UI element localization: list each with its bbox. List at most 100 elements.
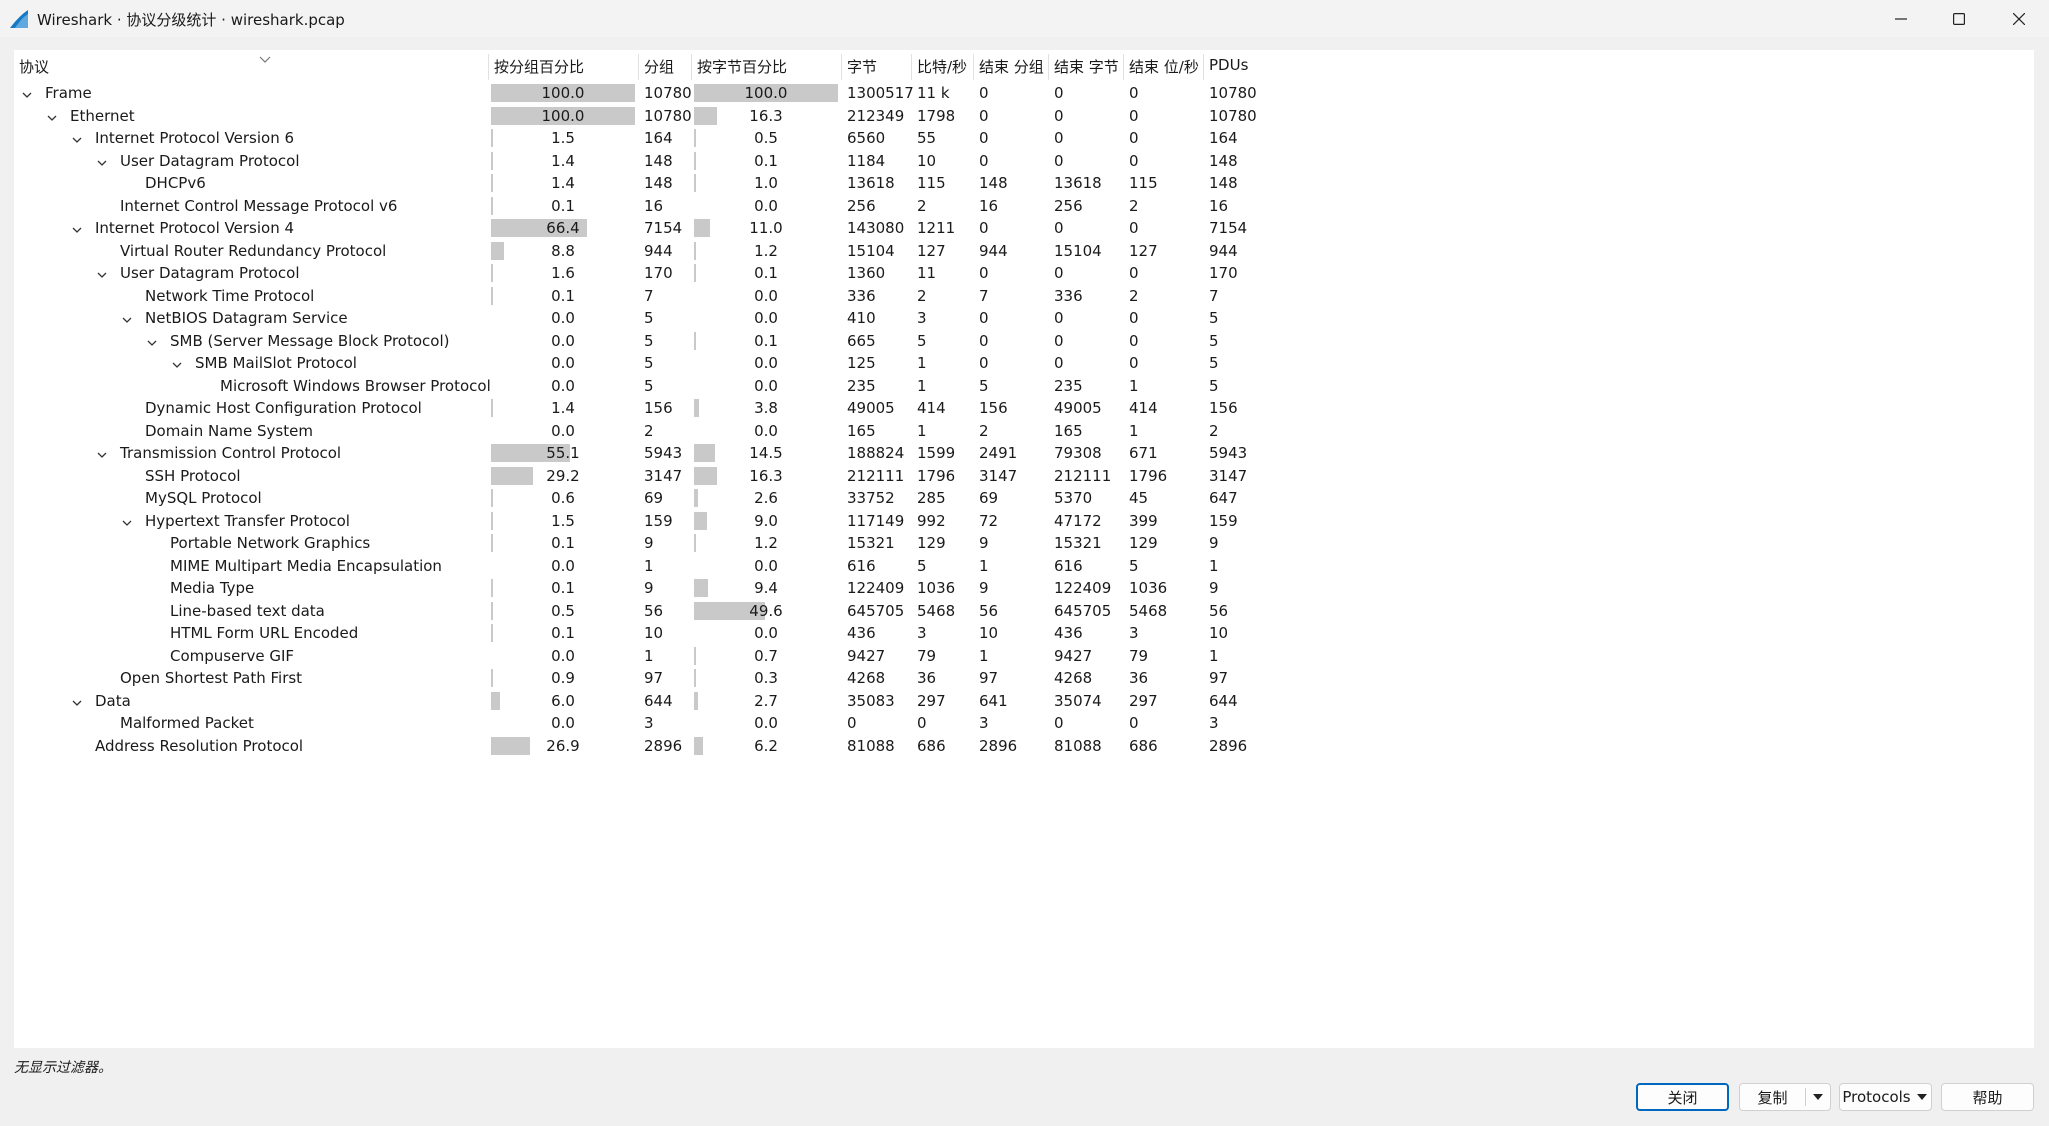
column-header-pkts[interactable]: 分组	[639, 56, 692, 78]
table-row-transmission-control-protocol[interactable]: Transmission Control Protocol 55.1 5943 14.…	[14, 442, 1254, 464]
column-separator[interactable]	[1123, 54, 1124, 80]
table-row-microsoft-windows-browser-protocol[interactable]: Microsoft Windows Browser Protocol 0.0 5 0.…	[14, 375, 1254, 397]
table-row-portable-network-graphics[interactable]: Portable Network Graphics 0.1 9 1.2 15321 129…	[14, 532, 1254, 554]
chevron-down-icon[interactable]	[145, 334, 159, 348]
end-bps-cell: 129	[1129, 534, 1158, 552]
percent-value: 1.4	[551, 174, 575, 192]
pdus-cell: 1	[1209, 646, 1219, 665]
end-bps-cell: 5	[1129, 556, 1139, 575]
table-row-dynamic-host-configuration-protocol[interactable]: Dynamic Host Configuration Protocol 1.4 15…	[14, 397, 1254, 419]
table-row-address-resolution-protocol[interactable]: Address Resolution Protocol 26.9 2896 6.2 81…	[14, 735, 1254, 757]
table-row-virtual-router-redundancy-protocol[interactable]: Virtual Router Redundancy Protocol 8.8 944…	[14, 240, 1254, 262]
chevron-down-icon[interactable]	[95, 446, 109, 460]
percent-bar-track: 11.0	[694, 219, 838, 237]
table-row-internet-control-message-protocol-v6[interactable]: Internet Control Message Protocol v6 0.1 1…	[14, 195, 1254, 217]
chevron-down-icon[interactable]	[170, 356, 184, 370]
packet-percent-cell: 0.1	[489, 577, 639, 599]
column-header-end-bps[interactable]: 结束 位/秒	[1124, 56, 1204, 78]
table-row-mysql-protocol[interactable]: MySQL Protocol 0.6 69 2.6 33752 285 69 5370 45 64…	[14, 487, 1254, 509]
percent-bar-track: 49.6	[694, 601, 838, 620]
chevron-down-icon[interactable]	[20, 86, 34, 100]
percent-bar-track: 6.0	[491, 691, 635, 710]
maximize-button[interactable]	[1929, 0, 1989, 37]
close-dialog-button[interactable]: 关闭	[1636, 1083, 1729, 1111]
protocol-cell: SMB MailSlot Protocol	[14, 352, 489, 374]
column-separator[interactable]	[488, 54, 489, 80]
pkts-cell: 2896	[644, 736, 683, 755]
table-row-internet-protocol-version-6[interactable]: Internet Protocol Version 6 1.5 164 0.5 6560…	[14, 127, 1254, 149]
column-separator[interactable]	[973, 54, 974, 80]
chevron-down-icon[interactable]	[70, 221, 84, 235]
table-row-hypertext-transfer-protocol[interactable]: Hypertext Transfer Protocol 1.5 159 9.0 1171…	[14, 510, 1254, 532]
pkts-cell: 7154	[644, 219, 683, 237]
column-separator[interactable]	[638, 54, 639, 80]
table-row-mime-multipart-media-encapsulation[interactable]: MIME Multipart Media Encapsulation 0.0 1 0.…	[14, 555, 1254, 577]
chevron-down-icon[interactable]	[70, 694, 84, 708]
column-separator[interactable]	[1048, 54, 1049, 80]
column-header-byte-pct[interactable]: 按字节百分比	[692, 56, 842, 78]
table-row-ssh-protocol[interactable]: SSH Protocol 29.2 3147 16.3 212111 1796 3147 21…	[14, 465, 1254, 487]
table-row-data[interactable]: Data 6.0 644 2.7 35083 297 641 35074 297 644	[14, 690, 1254, 712]
column-header-name[interactable]: 协议	[14, 56, 489, 78]
column-header-end-bytes[interactable]: 结束 字节	[1049, 56, 1124, 78]
column-header-bytes[interactable]: 字节	[842, 56, 912, 78]
table-row-open-shortest-path-first[interactable]: Open Shortest Path First 0.9 97 0.3 4268 36 97…	[14, 667, 1254, 689]
end-bps-cell: 2	[1129, 286, 1139, 305]
packet-percent-cell: 0.1	[489, 622, 639, 644]
table-row-user-datagram-protocol[interactable]: User Datagram Protocol 1.4 148 0.1 1184 10 0 0 0…	[14, 150, 1254, 172]
bps-cell: 297	[917, 691, 946, 710]
table-row-media-type[interactable]: Media Type 0.1 9 9.4 122409 1036 9 122409 1036 9	[14, 577, 1254, 599]
table-row-ethernet[interactable]: Ethernet 100.0 10780 16.3 212349 1798 0 0 0 10780	[14, 105, 1257, 127]
protocols-dropdown-button[interactable]: Protocols	[1839, 1083, 1932, 1111]
percent-value: 55.1	[546, 444, 580, 462]
percent-bar-track: 0.0	[694, 557, 838, 575]
table-row-network-time-protocol[interactable]: Network Time Protocol 0.1 7 0.0 336 2 7 336 2 7	[14, 285, 1254, 307]
column-separator[interactable]	[841, 54, 842, 80]
minimize-button[interactable]	[1871, 0, 1931, 37]
chevron-down-icon[interactable]	[70, 131, 84, 145]
table-row-line-based-text-data[interactable]: Line-based text data 0.5 56 49.6 645705 5468 5…	[14, 600, 1254, 622]
table-row-internet-protocol-version-4[interactable]: Internet Protocol Version 4 66.4 7154 11.0 1…	[14, 217, 1254, 239]
help-button[interactable]: 帮助	[1941, 1083, 2034, 1111]
end-bytes-cell: 0	[1054, 129, 1064, 147]
column-separator[interactable]	[1203, 54, 1204, 80]
table-row-frame[interactable]: Frame 100.0 10780 100.0 1300517 11 k 0 0 0 10780	[14, 82, 1257, 104]
percent-bar-track: 2.7	[694, 691, 838, 710]
end-pkts-cell: 0	[979, 264, 989, 282]
copy-button[interactable]: 复制	[1739, 1083, 1831, 1111]
table-row-dhcpv6[interactable]: DHCPv6 1.4 148 1.0 13618 115 148 13618 115 148	[14, 172, 1254, 194]
protocol-hierarchy-tree[interactable]: 协议 按分组百分比 分组 按字节百分比 字节 比特/秒 结束 分组 结束 字节 结束 位/秒 PD…	[14, 50, 2034, 1048]
chevron-down-icon[interactable]	[120, 514, 134, 528]
table-row-domain-name-system[interactable]: Domain Name System 0.0 2 0.0 165 1 2 165 1 2	[14, 420, 1254, 442]
bps-cell: 414	[917, 399, 946, 417]
end-pkts-cell: 3	[979, 714, 989, 732]
bps-cell: 1599	[917, 444, 956, 462]
column-header-pdus[interactable]: PDUs	[1204, 56, 1264, 78]
bps-cell: 1	[917, 421, 927, 440]
triangle-down-icon[interactable]	[1806, 1094, 1830, 1100]
table-row-smb-mailslot-protocol[interactable]: SMB MailSlot Protocol 0.0 5 0.0 125 1 0 0 0 5	[14, 352, 1254, 374]
table-row-smb-server-message-block-protocol[interactable]: SMB (Server Message Block Protocol) 0.0 5 0…	[14, 330, 1254, 352]
chevron-down-icon[interactable]	[95, 266, 109, 280]
table-row-malformed-packet[interactable]: Malformed Packet 0.0 3 0.0 0 0 3 0 0 3	[14, 712, 1254, 734]
bps-cell: 5	[917, 556, 927, 575]
column-separator[interactable]	[691, 54, 692, 80]
pdus-cell: 5	[1209, 309, 1219, 327]
end-pkts-cell: 944	[979, 241, 1008, 260]
end-bps-cell: 127	[1129, 241, 1158, 260]
pdus-cell: 170	[1209, 264, 1238, 282]
column-header-end-pkts[interactable]: 结束 分组	[974, 56, 1049, 78]
pkts-cell: 164	[644, 129, 673, 147]
table-row-user-datagram-protocol[interactable]: User Datagram Protocol 1.6 170 0.1 1360 11 0 0 0…	[14, 262, 1254, 284]
chevron-down-icon[interactable]	[120, 311, 134, 325]
chevron-down-icon[interactable]	[45, 109, 59, 123]
column-separator[interactable]	[911, 54, 912, 80]
pdus-cell: 16	[1209, 196, 1229, 215]
column-header-bps[interactable]: 比特/秒	[912, 56, 974, 78]
table-row-compuserve-gif[interactable]: Compuserve GIF 0.0 1 0.7 9427 79 1 9427 79 1	[14, 645, 1254, 667]
table-row-netbios-datagram-service[interactable]: NetBIOS Datagram Service 0.0 5 0.0 410 3 0 0 0 5	[14, 307, 1254, 329]
column-header-pkt-pct[interactable]: 按分组百分比	[489, 56, 639, 78]
table-row-html-form-url-encoded[interactable]: HTML Form URL Encoded 0.1 10 0.0 436 3 10 436 3 1…	[14, 622, 1254, 644]
chevron-down-icon[interactable]	[95, 154, 109, 168]
close-window-button[interactable]	[1989, 0, 2049, 37]
